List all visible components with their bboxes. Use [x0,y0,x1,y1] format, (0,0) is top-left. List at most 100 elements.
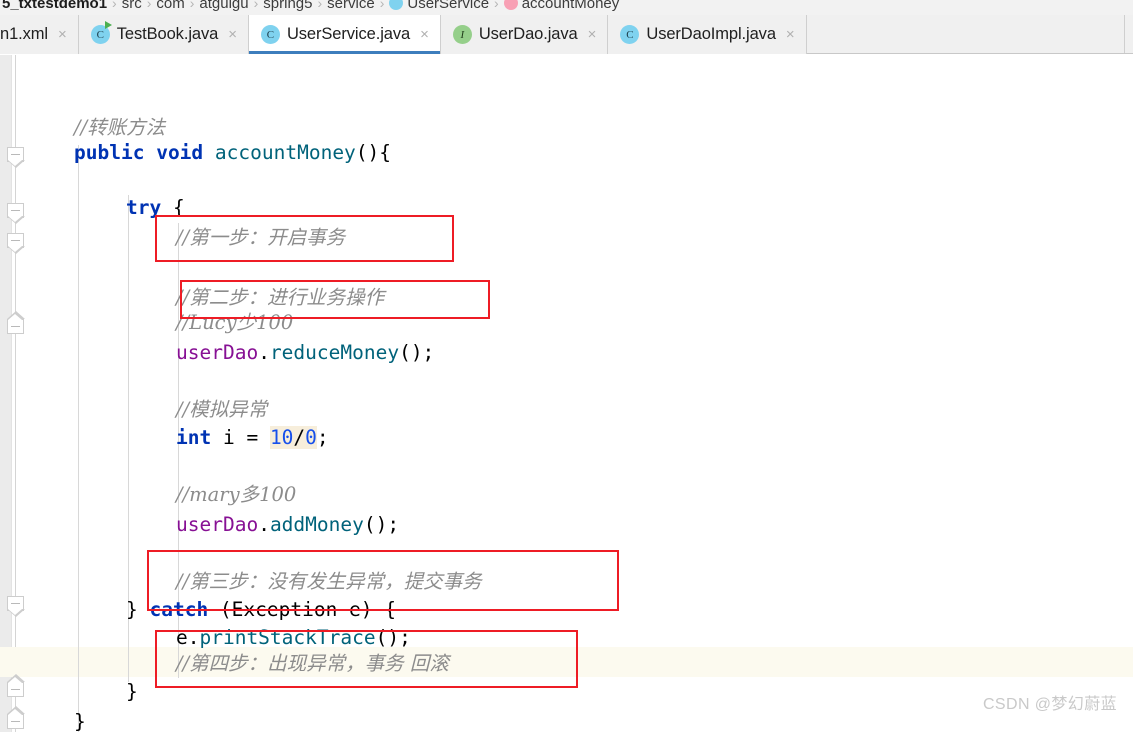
breadcrumb-item-label: accountMoney [521,0,620,12]
code-token: //第二步：进行业务操作 [176,286,385,309]
breadcrumb-separator: › [494,0,499,11]
code-line[interactable]: userDao.reduceMoney(); [176,338,434,368]
watermark: CSDN @梦幻蔚蓝 [982,696,1117,713]
breadcrumb-item-label: 5_txtestdemo1 [2,0,108,12]
code-line[interactable]: } catch (Exception e) { [126,595,396,625]
java-interface-icon: I [452,25,472,44]
code-token: //第一步：开启事务 [176,226,346,249]
breadcrumb-item-com[interactable]: com [153,0,187,12]
code-line[interactable]: //Lucy少100 [176,308,293,338]
editor-tab-userdao-java[interactable]: I UserDao.java × [440,15,609,54]
code-token: . [258,513,270,536]
code-line[interactable]: //第三步：没有发生异常，提交事务 [176,567,482,597]
editor-tab-bar: n1.xml × C TestBook.java × C UserService.java ×… [0,15,1133,54]
breadcrumb-item-label: com [156,0,185,12]
code-token: (); [399,341,435,364]
breadcrumb-separator: › [317,0,323,11]
code-line[interactable]: } [126,677,138,707]
close-icon[interactable]: × [420,27,429,42]
java-class-icon: C [260,25,280,44]
close-icon[interactable]: × [58,27,67,42]
breadcrumb-separator: › [253,0,259,11]
code-line[interactable]: //第四步：出现异常，事务 回滚 [176,649,449,679]
code-token: userDao [176,513,259,536]
class-dot-icon [389,0,404,10]
editor-tab-testbook-java[interactable]: C TestBook.java × [78,15,249,54]
code-text[interactable]: //转账方法 public void accountMoney(){try {//… [0,55,1133,732]
java-class-icon: C [620,25,640,44]
fold-marker-arrow [8,708,22,715]
code-editor[interactable]: //转账方法 public void accountMoney(){try {//… [0,55,1133,732]
tab-bar-empty-area [806,15,1125,53]
editor-tab-n1-xml[interactable]: n1.xml × [0,15,79,54]
fold-marker-arrow [8,215,22,222]
code-line[interactable]: userDao.addMoney(); [176,510,399,540]
tab-bar-right-pad [1125,15,1133,53]
fold-marker-arrow [8,159,22,166]
code-token: //Lucy少100 [176,311,294,334]
code-token: reduceMoney [269,341,400,364]
close-icon[interactable]: × [228,27,237,42]
breadcrumb-item-label: spring5 [263,0,313,12]
code-token: //第三步：没有发生异常，提交事务 [176,570,482,593]
breadcrumb-separator: › [189,0,195,11]
code-token: accountMoney [214,141,356,164]
run-badge-icon [104,21,114,30]
breadcrumb-separator: › [379,0,385,11]
breadcrumb: 5_txtestdemo1 › src › com › atguigu › spring5 › se… [0,0,1133,15]
code-token: } [126,680,138,703]
editor-tab-label: UserDaoImpl.java [646,25,776,43]
code-token: i = [211,426,270,449]
breadcrumb-item-service[interactable]: service [324,0,378,12]
editor-tab-label: UserDao.java [478,25,578,43]
code-token: try [126,196,162,219]
code-line[interactable]: try { [126,193,185,223]
code-token: int [176,426,212,449]
code-token: { [161,196,185,219]
code-token: 0 [305,426,317,449]
breadcrumb-item-src[interactable]: src [119,0,145,12]
breadcrumb-item-label: service [327,0,375,12]
code-token: //转账方法 [74,116,166,139]
code-token: / [293,426,306,449]
code-line[interactable]: //模拟异常 [176,395,267,425]
fold-marker-arrow [8,676,22,683]
fold-marker-arrow [8,608,22,615]
code-token: printStackTrace [199,626,376,649]
code-token: } [74,710,86,732]
code-line[interactable]: int i = 10/0; [176,423,329,453]
method-dot-icon [503,0,518,10]
fold-marker-arrow [8,313,22,320]
breadcrumb-item-5-txtestdemo1[interactable]: 5_txtestdemo1 [0,0,110,12]
breadcrumb-item-label: src [121,0,142,12]
editor-tab-label: TestBook.java [116,25,219,43]
code-token: //模拟异常 [176,398,268,421]
code-token: addMoney [269,513,364,536]
code-line[interactable]: } [74,707,86,732]
breadcrumb-item-userservice[interactable]: UserService [386,0,492,12]
code-token: //mary多100 [176,483,297,506]
editor-tab-label: UserService.java [286,25,411,43]
close-icon[interactable]: × [588,27,597,42]
java-class-icon: C [90,21,112,44]
close-icon[interactable]: × [786,27,795,42]
code-line[interactable]: //第一步：开启事务 [176,223,345,253]
code-token: public [74,141,145,164]
code-line[interactable]: //mary多100 [176,480,296,510]
code-token: . [258,341,270,364]
editor-tab-userservice-java[interactable]: C UserService.java × [248,15,441,54]
breadcrumb-item-spring5[interactable]: spring5 [260,0,315,12]
code-token: 10 [269,426,294,449]
code-token: (); [375,626,411,649]
editor-tab-userdaoimpl-java[interactable]: C UserDaoImpl.java × [608,15,807,54]
code-token: (){ [355,141,392,164]
code-token: e. [176,626,200,649]
code-token: userDao [176,341,259,364]
breadcrumb-item-accountmoney[interactable]: accountMoney [501,0,623,12]
ide-editor-window: 5_txtestdemo1 › src › com › atguigu › spring5 › se… [0,0,1133,732]
code-token: catch [149,598,209,621]
breadcrumb-item-atguigu[interactable]: atguigu [196,0,251,12]
code-line[interactable]: public void accountMoney(){ [74,138,391,168]
